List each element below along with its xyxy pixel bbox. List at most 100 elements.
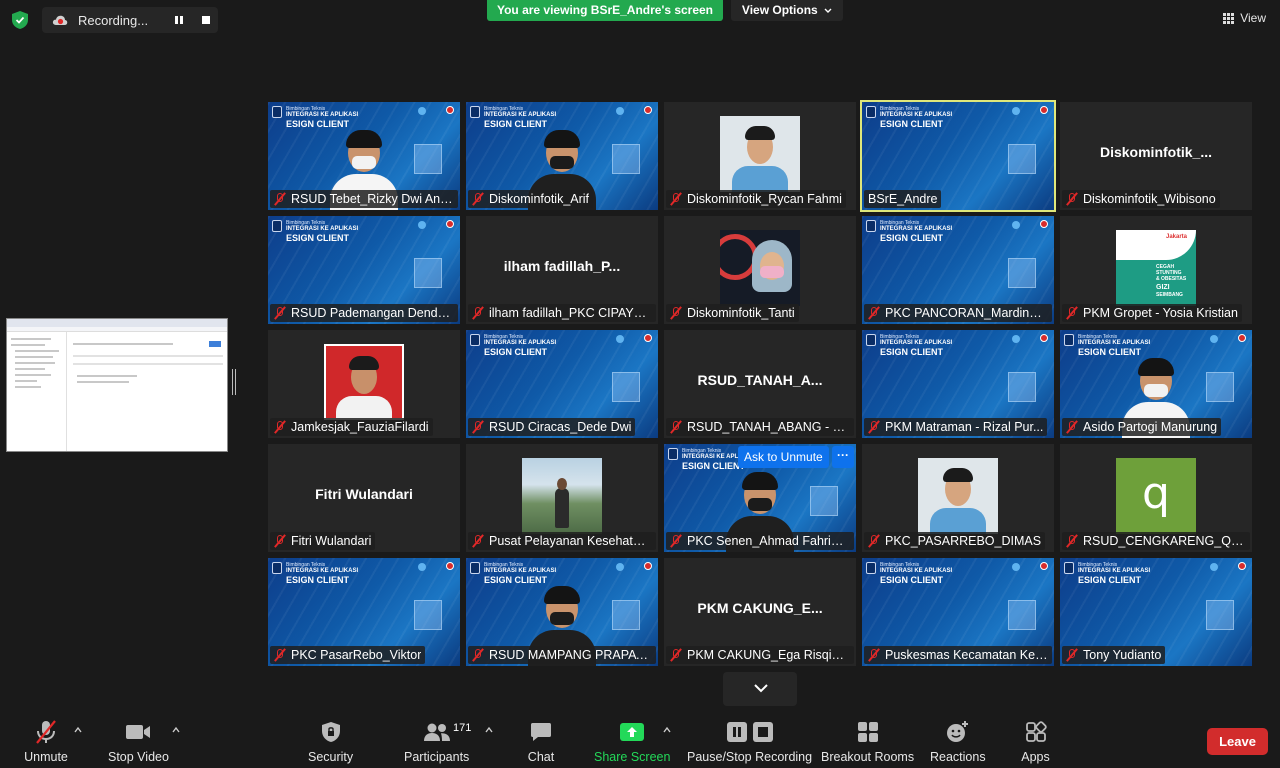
breakout-rooms-label: Breakout Rooms: [821, 750, 915, 764]
slide-title: INTEGRASI KE APLIKASI: [1078, 568, 1151, 574]
bsre-logo-icon: [1210, 335, 1218, 343]
avatar: q: [1116, 458, 1196, 534]
participant-nameplate: ilham fadillah_PKC CIPAYUNG: [468, 304, 656, 322]
participant-tile[interactable]: PKM CAKUNG_E... PKM CAKUNG_Ega Risqiap...: [664, 558, 856, 666]
muted-microphone-icon: [1065, 534, 1079, 548]
muted-microphone-icon: [273, 648, 287, 662]
participant-tile[interactable]: Bimbingan Teknis INTEGRASI KE APLIKASI ESI…: [268, 102, 460, 210]
stop-video-button[interactable]: Stop Video: [108, 720, 169, 764]
view-layout-button[interactable]: View: [1223, 11, 1266, 25]
participant-tile[interactable]: ilham fadillah_P...ilham fadillah_PKC CI…: [466, 216, 658, 324]
participant-nameplate: Pusat Pelayanan Kesehatan...: [468, 532, 656, 550]
participant-tile[interactable]: Bimbingan Teknis INTEGRASI KE APLIKASI ESI…: [664, 444, 856, 552]
apps-label: Apps: [1021, 750, 1050, 764]
encryption-shield-icon[interactable]: [12, 11, 28, 29]
participants-count: 171: [453, 722, 472, 734]
muted-microphone-icon: [1065, 648, 1079, 662]
participant-tile[interactable]: Bimbingan Teknis INTEGRASI KE APLIKASI ESI…: [860, 100, 1056, 212]
recording-indicator: Recording...: [42, 7, 218, 33]
participant-tile[interactable]: Diskominfotik_Tanti: [664, 216, 856, 324]
slide-graphic: [612, 144, 640, 174]
video-camera-icon: [126, 725, 151, 739]
slide-graphic: [414, 600, 442, 630]
stop-recording-icon[interactable]: [202, 16, 210, 24]
participant-tile[interactable]: Bimbingan Teknis INTEGRASI KE APLIKASI ESI…: [466, 558, 658, 666]
leave-button[interactable]: Leave: [1207, 728, 1268, 755]
muted-microphone-icon: [867, 420, 881, 434]
participant-nameplate: Asido Partogi Manurung: [1062, 418, 1222, 436]
participant-tile[interactable]: Bimbingan Teknis INTEGRASI KE APLIKASI ESI…: [862, 330, 1054, 438]
shield-icon: [321, 722, 340, 742]
participant-nameplate: RSUD Tebet_Rizky Dwi Ana...: [270, 190, 458, 208]
muted-microphone-icon: [273, 306, 287, 320]
participant-nameplate: BSrE_Andre: [864, 190, 942, 208]
participant-tile[interactable]: Bimbingan Teknis INTEGRASI KE APLIKASI ESI…: [268, 216, 460, 324]
kominfo-logo-icon: [446, 220, 454, 228]
muted-microphone-icon: [867, 534, 881, 548]
participant-tile[interactable]: Bimbingan Teknis INTEGRASI KE APLIKASI ESI…: [466, 330, 658, 438]
share-options-caret-icon[interactable]: [663, 726, 671, 734]
muted-microphone-icon: [1065, 420, 1079, 434]
jakarta-logo-icon: [470, 106, 480, 118]
bsre-logo-icon: [418, 221, 426, 229]
participant-tile[interactable]: Diskominfotik_Rycan Fahmi: [664, 102, 856, 210]
participant-nameplate: Diskominfotik_Arif: [468, 190, 594, 208]
poster-text: & OBESITAS: [1156, 276, 1187, 282]
participants-options-caret-icon[interactable]: [485, 726, 493, 734]
participant-tile[interactable]: PKC_PASARREBO_DIMAS: [862, 444, 1054, 552]
more-options-button[interactable]: ···: [832, 446, 854, 468]
pause-recording-icon[interactable]: [174, 14, 184, 26]
share-screen-button[interactable]: Share Screen: [594, 720, 670, 764]
participant-name: PKM CAKUNG_Ega Risqiap...: [687, 648, 850, 662]
view-options-dropdown[interactable]: View Options: [731, 0, 843, 21]
share-screen-icon: [620, 723, 645, 741]
reactions-button[interactable]: Reactions: [930, 720, 986, 764]
participant-nameplate: RSUD Pademangan Dendy ...: [270, 304, 458, 322]
participant-tile[interactable]: Bimbingan Teknis INTEGRASI KE APLIKASI ESI…: [268, 558, 460, 666]
participant-tile[interactable]: Pusat Pelayanan Kesehatan...: [466, 444, 658, 552]
participant-name: BSrE_Andre: [868, 192, 938, 206]
muted-microphone-icon: [273, 192, 287, 206]
security-button[interactable]: Security: [308, 720, 353, 764]
participant-nameplate: Diskominfotik_Rycan Fahmi: [666, 190, 846, 208]
participant-name: PKC PANCORAN_Mardino I...: [885, 306, 1048, 320]
chat-button[interactable]: Chat: [526, 720, 556, 764]
participant-display-name: ilham fadillah_P...: [503, 258, 621, 274]
cloud-recording-icon: [52, 15, 68, 25]
participant-tile[interactable]: Bimbingan Teknis INTEGRASI KE APLIKASI ESI…: [1060, 330, 1252, 438]
ask-to-unmute-button[interactable]: Ask to Unmute: [738, 446, 829, 468]
panel-resize-handle[interactable]: [232, 369, 236, 395]
participant-tile[interactable]: Bimbingan Teknis INTEGRASI KE APLIKASI ESI…: [1060, 558, 1252, 666]
participant-tile[interactable]: Jakarta CEGAH STUNTING & OBESITAS GIZI SEIMBA…: [1060, 216, 1252, 324]
audio-options-caret-icon[interactable]: [74, 726, 82, 734]
slide-graphic: [1206, 372, 1234, 402]
breakout-rooms-button[interactable]: Breakout Rooms: [821, 720, 914, 764]
jakarta-logo-icon: [1064, 562, 1074, 574]
participant-tile[interactable]: Diskominfotik_... Diskominfotik_Wibisono: [1060, 102, 1252, 210]
participant-nameplate: RSUD_TANAH_ABANG - Mu...: [666, 418, 854, 436]
slide-title: INTEGRASI KE APLIKASI: [484, 340, 557, 346]
slide-heading: ESIGN CLIENT: [484, 347, 548, 357]
participant-tile[interactable]: Bimbingan Teknis INTEGRASI KE APLIKASI ESI…: [862, 216, 1054, 324]
participant-tile[interactable]: RSUD_TANAH_A... RSUD_TANAH_ABANG - Mu...: [664, 330, 856, 438]
participant-name: Diskominfotik_Arif: [489, 192, 590, 206]
slide-heading: ESIGN CLIENT: [880, 575, 944, 585]
pause-stop-recording-button[interactable]: Pause/Stop Recording: [687, 720, 812, 764]
slide-graphic: [1008, 258, 1036, 288]
apps-button[interactable]: Apps: [1021, 720, 1050, 764]
participant-tile[interactable]: Bimbingan Teknis INTEGRASI KE APLIKASI ESI…: [862, 558, 1054, 666]
unmute-button[interactable]: Unmute: [23, 720, 69, 764]
jakarta-logo-icon: [866, 220, 876, 232]
participant-tile[interactable]: q RSUD_CENGKARENG_QAH...: [1060, 444, 1252, 552]
participants-icon: [423, 723, 450, 741]
participant-tile[interactable]: Bimbingan Teknis INTEGRASI KE APLIKASI ESI…: [466, 102, 658, 210]
next-page-button[interactable]: [723, 672, 797, 706]
participant-tile[interactable]: Jamkesjak_FauziaFilardi: [268, 330, 460, 438]
apps-icon: [1025, 721, 1047, 742]
video-options-caret-icon[interactable]: [172, 726, 180, 734]
shared-screen-thumbnail[interactable]: [6, 318, 228, 452]
slide-title: INTEGRASI KE APLIKASI: [286, 568, 359, 574]
participant-tile[interactable]: Fitri Wulandari Fitri Wulandari: [268, 444, 460, 552]
kominfo-logo-icon: [446, 106, 454, 114]
kominfo-logo-icon: [1040, 106, 1048, 114]
